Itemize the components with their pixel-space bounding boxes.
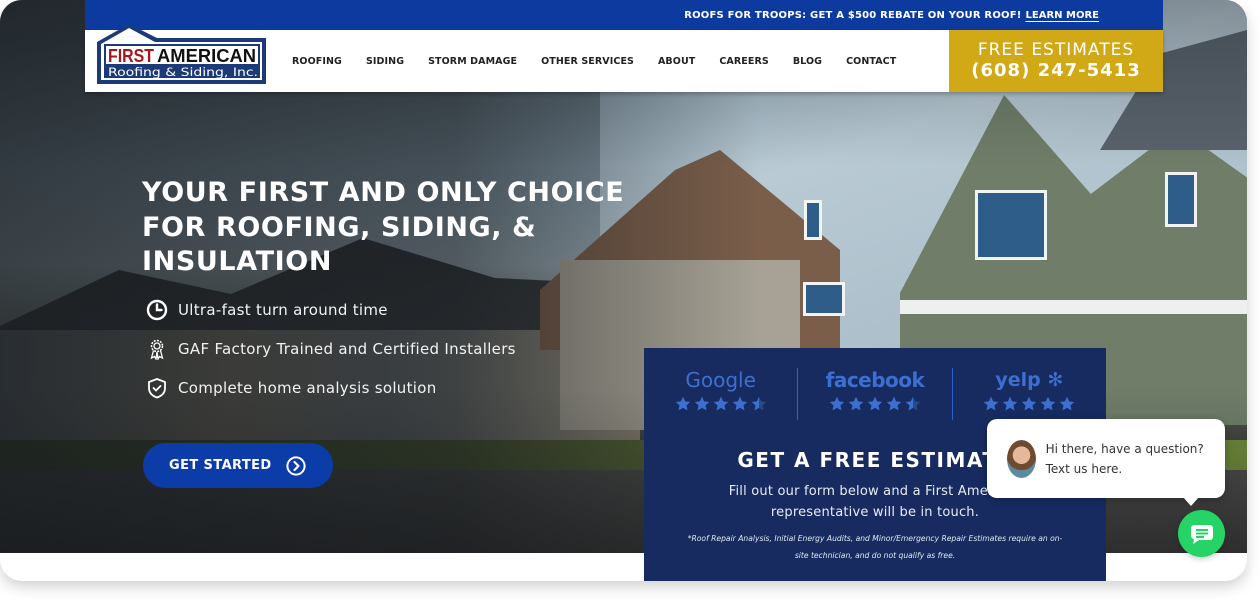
feature-text: GAF Factory Trained and Certified Instal… (178, 339, 516, 358)
nav-other-services[interactable]: OTHER SERVICES (541, 56, 634, 67)
feature-text: Ultra-fast turn around time (178, 300, 388, 319)
feature-list: Ultra-fast turn around time GAF Factory … (146, 290, 516, 407)
star-icon (732, 396, 747, 411)
yelp-logo: yelp ✻ (995, 368, 1063, 394)
chat-launcher-button[interactable] (1178, 510, 1225, 557)
award-ribbon-icon (146, 338, 168, 360)
nav-storm-damage[interactable]: STORM DAMAGE (428, 56, 517, 67)
star-rating (829, 396, 921, 412)
headline-line: YOUR FIRST AND ONLY CHOICE (142, 177, 625, 208)
star-rating (983, 396, 1075, 412)
headline-line: INSULATION (142, 246, 333, 277)
nav-siding[interactable]: SIDING (366, 56, 404, 67)
feature-item: Complete home analysis solution (146, 368, 516, 407)
agent-avatar (1007, 439, 1036, 478)
star-icon (829, 396, 845, 411)
feature-text: Complete home analysis solution (178, 378, 437, 397)
hero-headline: YOUR FIRST AND ONLY CHOICE FOR ROOFING, … (142, 176, 642, 280)
get-started-label: GET STARTED (169, 458, 272, 473)
star-rating (675, 396, 767, 412)
star-icon (1060, 396, 1075, 411)
nav-about[interactable]: ABOUT (658, 56, 695, 67)
chat-popup[interactable]: Hi there, have a question? Text us here. (987, 419, 1225, 506)
star-icon (848, 396, 864, 411)
review-google[interactable]: Google (644, 348, 797, 428)
free-estimates-cta[interactable]: FREE ESTIMATES (608) 247-5413 (949, 30, 1163, 92)
yelp-burst-icon: ✻ (1040, 369, 1064, 391)
yelp-wordmark: yelp (995, 369, 1041, 391)
review-facebook[interactable]: facebook (798, 348, 951, 428)
review-ratings: Google facebook yelp ✻ (644, 348, 1106, 428)
star-icon (1022, 396, 1037, 411)
chat-message: Hi there, have a question? Text us here. (1045, 441, 1204, 476)
nav-roofing[interactable]: ROOFING (292, 56, 342, 67)
star-icon (694, 396, 709, 411)
logo-text-first: FIRST (108, 45, 155, 66)
company-logo[interactable]: FIRST AMERICAN Roofing & Siding, Inc. (95, 22, 268, 86)
learn-more-link[interactable]: LEARN MORE (1026, 10, 1099, 21)
chat-bubble-icon (1190, 524, 1213, 544)
facebook-logo: facebook (825, 368, 925, 392)
estimate-disclaimer: *Roof Repair Analysis, Initial Energy Au… (687, 534, 1063, 560)
feature-item: Ultra-fast turn around time (146, 290, 516, 329)
google-logo: Google (685, 368, 756, 392)
headline-line: FOR ROOFING, SIDING, & (142, 211, 537, 243)
nav-careers[interactable]: CAREERS (719, 56, 768, 67)
star-icon (713, 396, 728, 411)
star-icon (1041, 396, 1056, 411)
phone-number-link[interactable]: (608) 247-5413 (971, 60, 1140, 82)
star-icon (751, 396, 766, 411)
star-icon (984, 396, 999, 411)
star-icon (1003, 396, 1018, 411)
get-started-button[interactable]: GET STARTED (143, 443, 333, 488)
feature-item: GAF Factory Trained and Certified Instal… (146, 329, 516, 368)
review-yelp[interactable]: yelp ✻ (953, 348, 1106, 428)
site-header: FIRST AMERICAN Roofing & Siding, Inc. RO… (85, 24, 1163, 92)
main-nav: ROOFING SIDING STORM DAMAGE OTHER SERVIC… (292, 30, 920, 92)
star-icon (675, 396, 690, 411)
star-icon (867, 396, 883, 411)
shield-check-icon (146, 377, 168, 399)
page-card: ROOFS FOR TROOPS: GET A $500 REBATE ON Y… (0, 0, 1247, 581)
logo-text-american: AMERICAN (157, 45, 256, 66)
nav-blog[interactable]: BLOG (793, 56, 822, 67)
logo-text-tagline: Roofing & Siding, Inc. (108, 65, 258, 79)
clock-icon (146, 299, 168, 321)
promo-text: ROOFS FOR TROOPS: GET A $500 REBATE ON Y… (684, 9, 1022, 21)
star-icon (886, 396, 902, 411)
star-icon (905, 396, 921, 411)
nav-contact[interactable]: CONTACT (846, 56, 896, 67)
chevron-right-circle-icon (285, 455, 306, 476)
free-estimates-label: FREE ESTIMATES (977, 40, 1135, 60)
